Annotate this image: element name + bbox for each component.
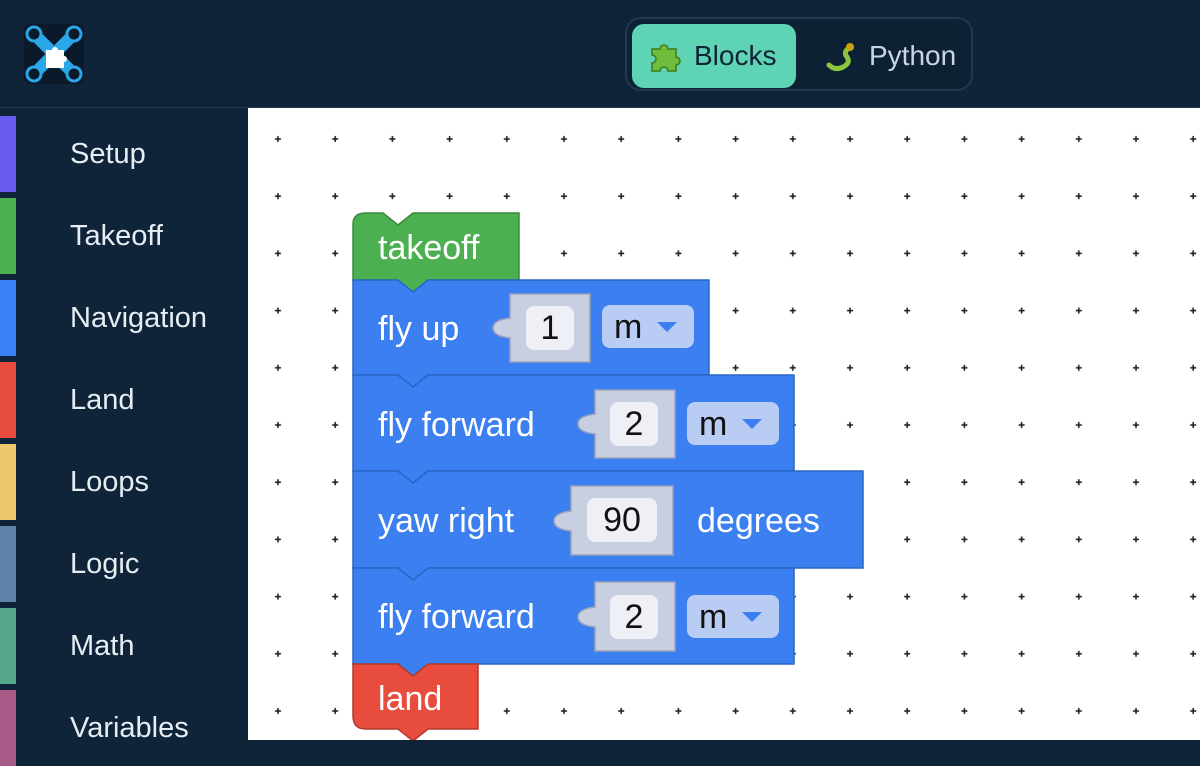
fly-forward-label: fly forward (378, 598, 535, 636)
category-color-bar (0, 362, 16, 438)
category-sidebar: Setup Takeoff Navigation Land Loops Logi… (0, 108, 247, 766)
sidebar-item-label: Navigation (70, 302, 208, 334)
yaw-right-label: yaw right (378, 502, 515, 540)
number-value: 2 (625, 598, 644, 636)
yaw-right-block[interactable]: yaw right 90 degrees (352, 470, 864, 581)
fly-forward-label: fly forward (378, 406, 535, 444)
takeoff-label: takeoff (378, 229, 480, 267)
block-workspace[interactable]: takeoff fly up 1 m fly forward 2 m yaw r… (248, 108, 1200, 740)
python-snake-icon (823, 39, 857, 73)
unit-value: m (699, 598, 727, 636)
category-color-bar (0, 198, 16, 274)
unit-value: m (699, 405, 727, 443)
sidebar-item-setup[interactable]: Setup (0, 116, 247, 192)
sidebar-item-label: Logic (70, 548, 140, 580)
sidebar-item-navigation[interactable]: Navigation (0, 280, 247, 356)
category-color-bar (0, 444, 16, 520)
sidebar-item-variables[interactable]: Variables (0, 690, 247, 766)
blocks-mode-button[interactable]: Blocks (632, 24, 796, 88)
category-color-bar (0, 526, 16, 602)
sidebar-item-logic[interactable]: Logic (0, 526, 247, 602)
sidebar-item-label: Takeoff (70, 220, 163, 252)
sidebar-item-loops[interactable]: Loops (0, 444, 247, 520)
fly-up-block[interactable]: fly up 1 m (352, 279, 710, 388)
fly-forward-block[interactable]: fly forward 2 m (352, 567, 795, 677)
sidebar-item-label: Variables (70, 712, 189, 744)
unit-value: m (614, 308, 642, 346)
fly-forward-block[interactable]: fly forward 2 m (352, 374, 795, 484)
number-value: 1 (541, 309, 560, 347)
mode-toggle: Blocks Python (625, 17, 973, 91)
workspace-canvas[interactable]: takeoff fly up 1 m fly forward 2 m yaw r… (248, 108, 1200, 740)
top-bar: Blocks Python (0, 0, 1200, 108)
category-color-bar (0, 280, 16, 356)
number-value: 90 (603, 501, 641, 539)
category-color-bar (0, 116, 16, 192)
land-label: land (378, 680, 442, 718)
puzzle-piece-icon (648, 39, 682, 73)
sidebar-item-takeoff[interactable]: Takeoff (0, 198, 247, 274)
sidebar-item-label: Math (70, 630, 135, 662)
category-color-bar (0, 690, 16, 766)
sidebar-item-label: Setup (70, 138, 146, 170)
land-block[interactable]: land (352, 663, 479, 740)
sidebar-item-label: Land (70, 384, 135, 416)
sidebar-item-math[interactable]: Math (0, 608, 247, 684)
degrees-label: degrees (697, 502, 820, 540)
sidebar-item-label: Loops (70, 466, 150, 498)
category-color-bar (0, 608, 16, 684)
drone-puzzle-logo-icon[interactable] (24, 24, 84, 84)
fly-up-label: fly up (378, 310, 459, 348)
python-mode-label: Python (869, 40, 957, 71)
blocks-mode-label: Blocks (694, 40, 777, 71)
python-mode-button[interactable]: Python (807, 24, 967, 88)
sidebar-item-land[interactable]: Land (0, 362, 247, 438)
number-value: 2 (625, 405, 644, 443)
